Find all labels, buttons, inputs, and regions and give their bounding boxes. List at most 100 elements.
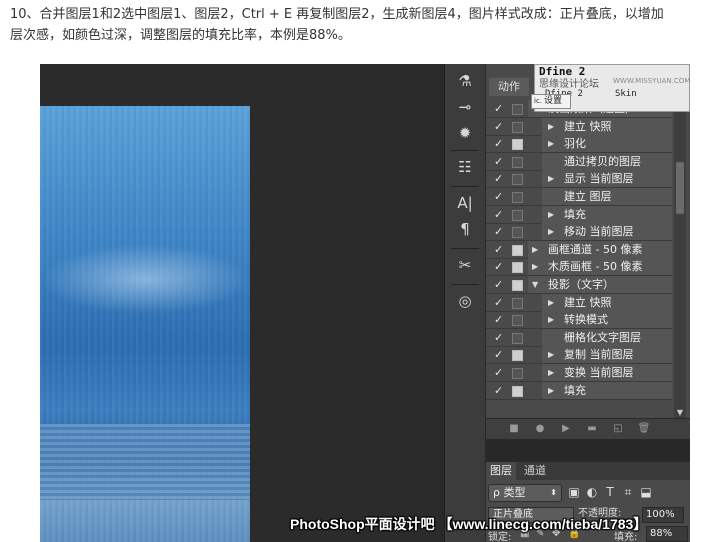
dialog-toggle-icon[interactable] (512, 332, 523, 344)
checkmark-icon[interactable]: ✓ (494, 382, 506, 399)
checkmark-icon[interactable]: ✓ (494, 294, 506, 311)
delete-icon[interactable]: 🗑 (636, 421, 652, 437)
character-icon[interactable]: A| (453, 192, 477, 214)
action-row[interactable]: ✓ ▶ 画框通道 - 50 像素 (486, 240, 672, 259)
tool-presets-icon[interactable]: ✂ (453, 254, 477, 276)
dfine-watermark: WWW.MISSYUAN.COM (613, 77, 690, 85)
expand-right-icon[interactable]: ▶ (548, 294, 554, 311)
expand-right-icon[interactable]: ▶ (548, 223, 554, 240)
action-row[interactable]: ✓ 栅格化文字图层 (486, 328, 672, 347)
opacity-field[interactable]: 100% (642, 507, 684, 523)
dialog-toggle-icon[interactable] (512, 121, 523, 133)
action-row[interactable]: ✓ ▶ 填充 (486, 381, 672, 400)
checkmark-icon[interactable]: ✓ (494, 188, 506, 205)
dialog-toggle-icon[interactable] (512, 192, 523, 203)
scroll-thumb[interactable] (676, 162, 684, 214)
checkmark-icon[interactable]: ✓ (494, 100, 506, 117)
checkmark-icon[interactable]: ✓ (494, 153, 506, 170)
dialog-toggle-icon[interactable] (512, 227, 523, 239)
dialog-toggle-icon[interactable] (512, 280, 523, 291)
expand-right-icon[interactable]: ▶ (548, 346, 554, 363)
checkmark-icon[interactable]: ✓ (494, 206, 506, 223)
checkmark-icon[interactable]: ✓ (494, 118, 506, 135)
adjustment-filter-icon[interactable]: ◐ (584, 484, 600, 500)
action-label: 填充 (564, 383, 586, 397)
dialog-toggle-icon[interactable] (512, 297, 523, 309)
brush-presets-icon[interactable]: ⊸ (453, 96, 477, 118)
checkmark-icon[interactable]: ✓ (494, 170, 506, 187)
action-row[interactable]: ✓ ▶ 木质画框 - 50 像素 (486, 258, 672, 277)
expand-right-icon[interactable]: ▶ (548, 170, 554, 187)
history-icon[interactable]: ☷ (453, 156, 477, 178)
smart-object-filter-icon[interactable]: ⬓ (638, 484, 654, 500)
document-canvas[interactable] (40, 64, 440, 542)
dfine-subtitle: 思缘设计论坛 (539, 79, 599, 90)
action-row[interactable]: ✓ ▶ 变换 当前图层 (486, 364, 672, 382)
expand-right-icon[interactable]: ▶ (532, 258, 538, 275)
checkmark-icon[interactable]: ✓ (494, 346, 506, 363)
dialog-toggle-icon[interactable] (512, 139, 523, 151)
dialog-toggle-icon[interactable] (512, 174, 523, 186)
new-action-icon[interactable]: ◱ (610, 421, 626, 437)
action-label: 填充 (564, 207, 586, 221)
dialog-toggle-icon[interactable] (512, 368, 523, 379)
dialog-toggle-icon[interactable] (512, 156, 523, 168)
action-row[interactable]: ✓ 通过拷贝的图层 (486, 152, 672, 171)
chevron-down-icon: ⬍ (550, 488, 557, 497)
expand-down-icon[interactable]: ▼ (532, 276, 538, 293)
action-row[interactable]: ✓ ▶ 填充 (486, 205, 672, 224)
expand-right-icon[interactable]: ▶ (548, 135, 554, 152)
expand-right-icon[interactable]: ▶ (532, 241, 538, 258)
creative-cloud-icon[interactable]: ◎ (453, 290, 477, 312)
expand-right-icon[interactable]: ▶ (548, 364, 554, 381)
dialog-toggle-icon[interactable] (512, 209, 523, 221)
checkmark-icon[interactable]: ✓ (494, 329, 506, 346)
checkmark-icon[interactable]: ✓ (494, 258, 506, 275)
stop-icon[interactable]: ■ (506, 421, 522, 437)
checkmark-icon[interactable]: ✓ (494, 311, 506, 328)
action-row[interactable]: ✓ ▶ 移动 当前图层 (486, 223, 672, 242)
action-row[interactable]: ✓ ▶ 羽化 (486, 135, 672, 154)
action-row[interactable]: ✓ ▶ 复制 当前图层 (486, 346, 672, 365)
checkmark-icon[interactable]: ✓ (494, 364, 506, 381)
new-set-icon[interactable]: ▬ (584, 421, 600, 437)
clone-source-icon[interactable]: ✹ (453, 122, 477, 144)
type-filter-icon[interactable]: T (602, 484, 618, 500)
action-row[interactable]: ✓ ▶ 建立 快照 (486, 293, 672, 312)
expand-right-icon[interactable]: ▶ (548, 206, 554, 223)
shape-filter-icon[interactable]: ⌗ (620, 484, 636, 500)
checkmark-icon[interactable]: ✓ (494, 223, 506, 240)
expand-right-icon[interactable]: ▶ (548, 382, 554, 399)
checkmark-icon[interactable]: ✓ (494, 135, 506, 152)
tab-layers[interactable]: 图层 (486, 462, 516, 480)
settings-popup[interactable]: ic. 设置 (531, 94, 571, 109)
action-row[interactable]: ✓ ▶ 显示 当前图层 (486, 170, 672, 189)
action-row[interactable]: ✓ ▶ 建立 快照 (486, 117, 672, 136)
paragraph-icon[interactable]: ¶ (453, 218, 477, 240)
dialog-toggle-icon[interactable] (512, 385, 523, 397)
actions-scrollbar[interactable]: ▲ ▼ (674, 102, 686, 418)
watermark-caption: PhotoShop平面设计吧 【www.linecg.com/tieba/178… (290, 516, 648, 532)
layer-kind-filter[interactable]: ρ 类型 ⬍ (488, 484, 562, 502)
record-icon[interactable]: ● (532, 421, 548, 437)
dialog-toggle-icon[interactable] (512, 315, 523, 327)
fill-field[interactable]: 88% (646, 526, 688, 542)
expand-right-icon[interactable]: ▶ (548, 118, 554, 135)
dialog-toggle-icon[interactable] (512, 262, 523, 274)
photoshop-screenshot: ⚗ ⊸ ✹ ☷ A| ¶ ✂ ◎ 动作 ✓▼淡出效果（选区）✓▶建立 快照✓▶羽… (40, 64, 690, 542)
dialog-toggle-icon[interactable] (512, 350, 523, 362)
checkmark-icon[interactable]: ✓ (494, 276, 506, 293)
checkmark-icon[interactable]: ✓ (494, 241, 506, 258)
pixel-filter-icon[interactable]: ▣ (566, 484, 582, 500)
scroll-down-icon[interactable]: ▼ (674, 408, 686, 418)
expand-right-icon[interactable]: ▶ (548, 311, 554, 328)
tab-actions[interactable]: 动作 (489, 78, 529, 96)
action-row[interactable]: ✓ ▼ 投影（文字） (486, 276, 672, 294)
actions-panel-icon[interactable]: ⚗ (453, 70, 477, 92)
dialog-toggle-icon[interactable] (512, 104, 523, 115)
tab-channels[interactable]: 通道 (520, 462, 550, 480)
action-row[interactable]: ✓ ▶ 转换模式 (486, 311, 672, 330)
play-icon[interactable]: ▶ (558, 421, 574, 437)
dialog-toggle-icon[interactable] (512, 244, 523, 256)
action-row[interactable]: ✓ 建立 图层 (486, 188, 672, 206)
